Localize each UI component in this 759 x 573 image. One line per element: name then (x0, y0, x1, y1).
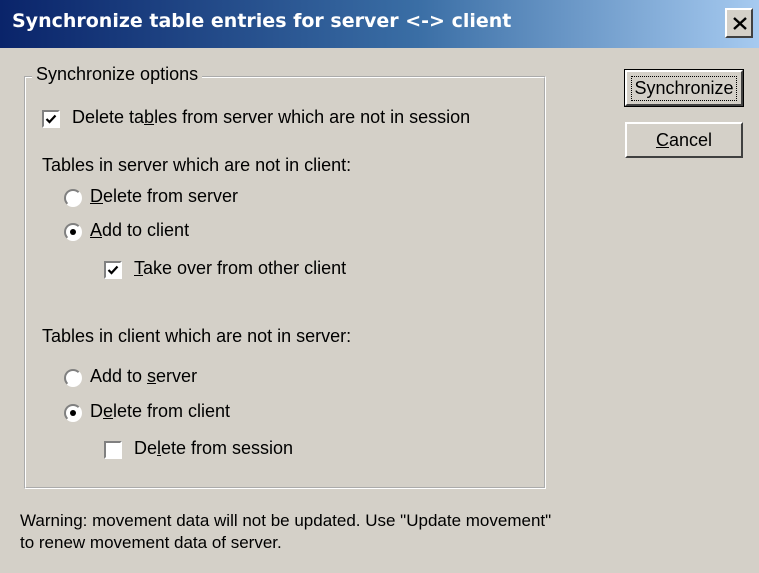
server-not-in-client-heading: Tables in server which are not in client… (42, 155, 352, 175)
delete-from-client-radio[interactable] (64, 404, 82, 422)
cancel-label: Cancel (655, 129, 713, 150)
group-legend: Synchronize options (32, 64, 203, 85)
add-to-server-label[interactable]: Add to server (90, 366, 197, 387)
add-to-server-radio[interactable] (64, 369, 82, 387)
add-to-client-label[interactable]: Add to client (90, 220, 189, 241)
synchronize-label: Synchronize (631, 75, 737, 101)
add-to-client-radio[interactable] (64, 223, 82, 241)
client-not-in-server-heading: Tables in client which are not in server… (42, 326, 352, 346)
title-bar: Synchronize table entries for server <->… (0, 0, 759, 48)
checkmark-icon (45, 114, 57, 124)
dialog-title: Synchronize table entries for server <->… (12, 10, 512, 32)
take-over-checkbox[interactable] (104, 261, 122, 279)
delete-from-session-label[interactable]: Delete from session (134, 438, 293, 459)
close-button[interactable] (725, 8, 753, 38)
delete-from-session-checkbox[interactable] (104, 441, 122, 459)
close-icon (733, 17, 747, 30)
checkmark-icon (107, 265, 119, 275)
synchronize-button[interactable]: Synchronize (624, 69, 744, 107)
delete-from-server-radio[interactable] (64, 189, 82, 207)
delete-tables-label[interactable]: Delete tables from server which are not … (72, 107, 470, 128)
radio-selected-dot (70, 229, 76, 235)
radio-selected-dot (70, 410, 76, 416)
delete-from-client-label[interactable]: Delete from client (90, 401, 230, 422)
warning-text: Warning: movement data will not be updat… (20, 511, 552, 552)
take-over-label[interactable]: Take over from other client (134, 258, 346, 279)
delete-from-server-label[interactable]: Delete from server (90, 186, 238, 207)
sync-dialog: Synchronize table entries for server <->… (0, 0, 759, 573)
synchronize-options-group (24, 76, 546, 489)
delete-tables-checkbox[interactable] (42, 110, 60, 128)
cancel-button[interactable]: Cancel (625, 122, 743, 158)
